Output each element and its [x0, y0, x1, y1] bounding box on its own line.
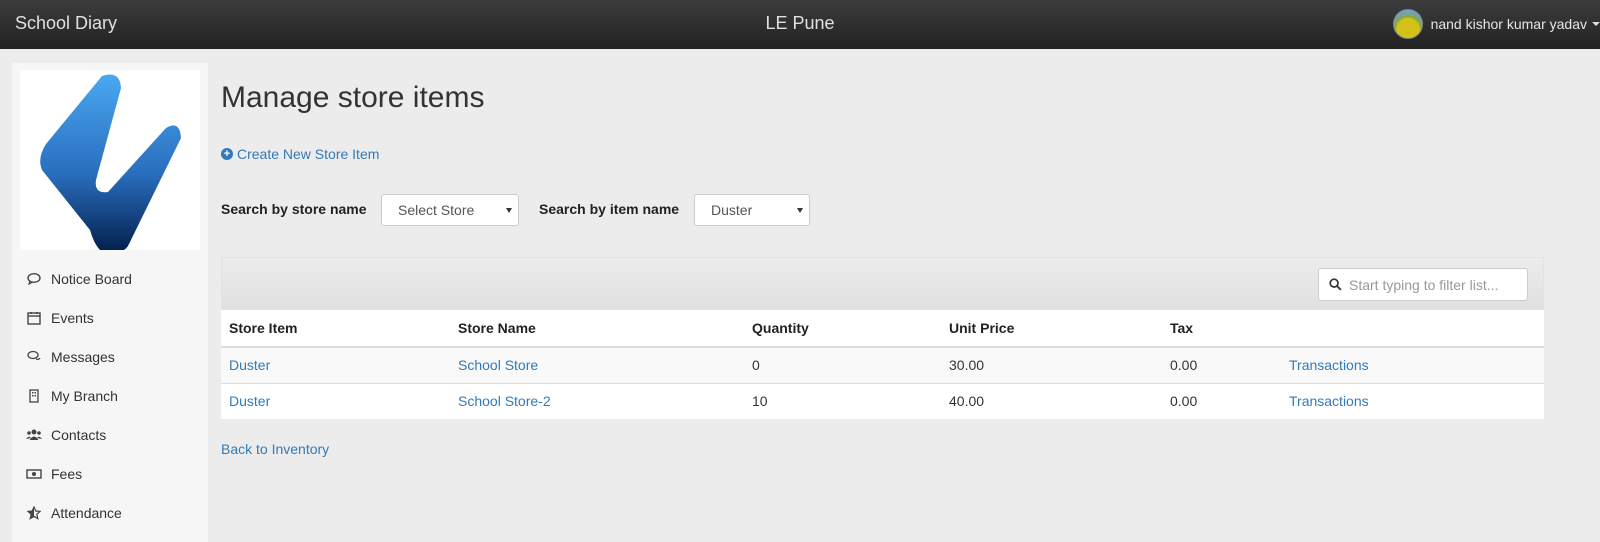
sidebar-item-attendance[interactable]: Attendance — [12, 493, 208, 532]
sidebar: Notice Board Events Messages My Branch C… — [12, 63, 208, 542]
panel-header: Start typing to filter list... — [221, 257, 1544, 310]
store-item-link[interactable]: Duster — [229, 357, 270, 373]
comment-icon — [26, 271, 42, 287]
search-icon — [1329, 278, 1342, 291]
table-header-row: Store Item Store Name Quantity Unit Pric… — [221, 310, 1544, 348]
sidebar-item-label: Attendance — [51, 504, 122, 521]
star-half-icon — [26, 505, 42, 521]
store-select[interactable]: Select Store — [381, 194, 519, 226]
store-items-panel: Start typing to filter list... Store Ite… — [221, 257, 1544, 419]
sidebar-item-label: Notice Board — [51, 270, 132, 287]
sidebar-item-label: Events — [51, 309, 94, 326]
table-row: Duster School Store-2 10 40.00 0.00 Tran… — [221, 382, 1544, 419]
sidebar-item-label: My Branch — [51, 387, 118, 404]
column-header-store-item: Store Item — [221, 310, 450, 348]
top-navbar: School Diary LE Pune nand kishor kumar y… — [0, 0, 1600, 49]
column-header-unit-price: Unit Price — [941, 310, 1162, 348]
sidebar-item-messages[interactable]: Messages — [12, 337, 208, 376]
unit-price-cell: 40.00 — [941, 382, 1162, 419]
column-header-quantity: Quantity — [744, 310, 941, 348]
store-name-link[interactable]: School Store — [458, 357, 538, 373]
store-select-value: Select Store — [398, 202, 475, 218]
logo — [20, 70, 200, 252]
column-header-tax: Tax — [1162, 310, 1281, 348]
store-filter-label: Search by store name — [221, 201, 367, 217]
plus-circle-icon: + — [221, 148, 233, 160]
table-row: Duster School Store 0 30.00 0.00 Transac… — [221, 346, 1544, 383]
tax-cell: 0.00 — [1162, 346, 1281, 383]
user-menu[interactable]: nand kishor kumar yadav — [1392, 9, 1600, 39]
select-arrow-icon — [797, 208, 803, 213]
users-icon — [26, 427, 42, 443]
filter-list-input[interactable]: Start typing to filter list... — [1318, 268, 1528, 301]
store-items-table: Store Item Store Name Quantity Unit Pric… — [221, 310, 1544, 419]
building-icon — [26, 388, 42, 404]
item-select-value: Duster — [711, 202, 753, 218]
store-name-link[interactable]: School Store-2 — [458, 393, 551, 409]
brand-link[interactable]: School Diary — [15, 13, 117, 34]
column-header-actions — [1281, 310, 1544, 348]
user-name[interactable]: nand kishor kumar yadav — [1431, 16, 1587, 32]
logo-icon — [40, 74, 181, 252]
sidebar-item-label: Messages — [51, 348, 115, 365]
item-select[interactable]: Duster — [694, 194, 810, 226]
column-header-store-name: Store Name — [450, 310, 744, 348]
item-filter-label: Search by item name — [539, 201, 680, 217]
sidebar-item-events[interactable]: Events — [12, 298, 208, 337]
create-store-item-label: Create New Store Item — [237, 146, 380, 162]
transactions-link[interactable]: Transactions — [1289, 357, 1369, 373]
quantity-cell: 10 — [744, 382, 941, 419]
select-arrow-icon — [506, 208, 512, 213]
school-name: LE Pune — [765, 13, 835, 33]
filter-list-placeholder: Start typing to filter list... — [1349, 276, 1499, 293]
transactions-link[interactable]: Transactions — [1289, 393, 1369, 409]
create-store-item-link[interactable]: + Create New Store Item — [221, 146, 379, 162]
sidebar-item-label: Contacts — [51, 426, 107, 443]
sidebar-item-label: Fees — [51, 465, 83, 482]
sidebar-item-contacts[interactable]: Contacts — [12, 415, 208, 454]
sidebar-item-my-branch[interactable]: My Branch — [12, 376, 208, 415]
money-icon — [26, 466, 42, 482]
tax-cell: 0.00 — [1162, 382, 1281, 419]
page-title: Manage store items — [221, 81, 485, 114]
chat-icon — [26, 349, 42, 365]
store-item-link[interactable]: Duster — [229, 393, 270, 409]
sidebar-item-notice-board[interactable]: Notice Board — [12, 259, 208, 298]
back-to-inventory-link[interactable]: Back to Inventory — [221, 441, 329, 457]
quantity-cell: 0 — [744, 346, 941, 383]
chevron-down-icon[interactable] — [1592, 22, 1600, 26]
sidebar-menu: Notice Board Events Messages My Branch C… — [12, 259, 208, 532]
sidebar-item-fees[interactable]: Fees — [12, 454, 208, 493]
calendar-icon — [26, 310, 42, 326]
avatar[interactable] — [1392, 9, 1423, 39]
unit-price-cell: 30.00 — [941, 346, 1162, 383]
